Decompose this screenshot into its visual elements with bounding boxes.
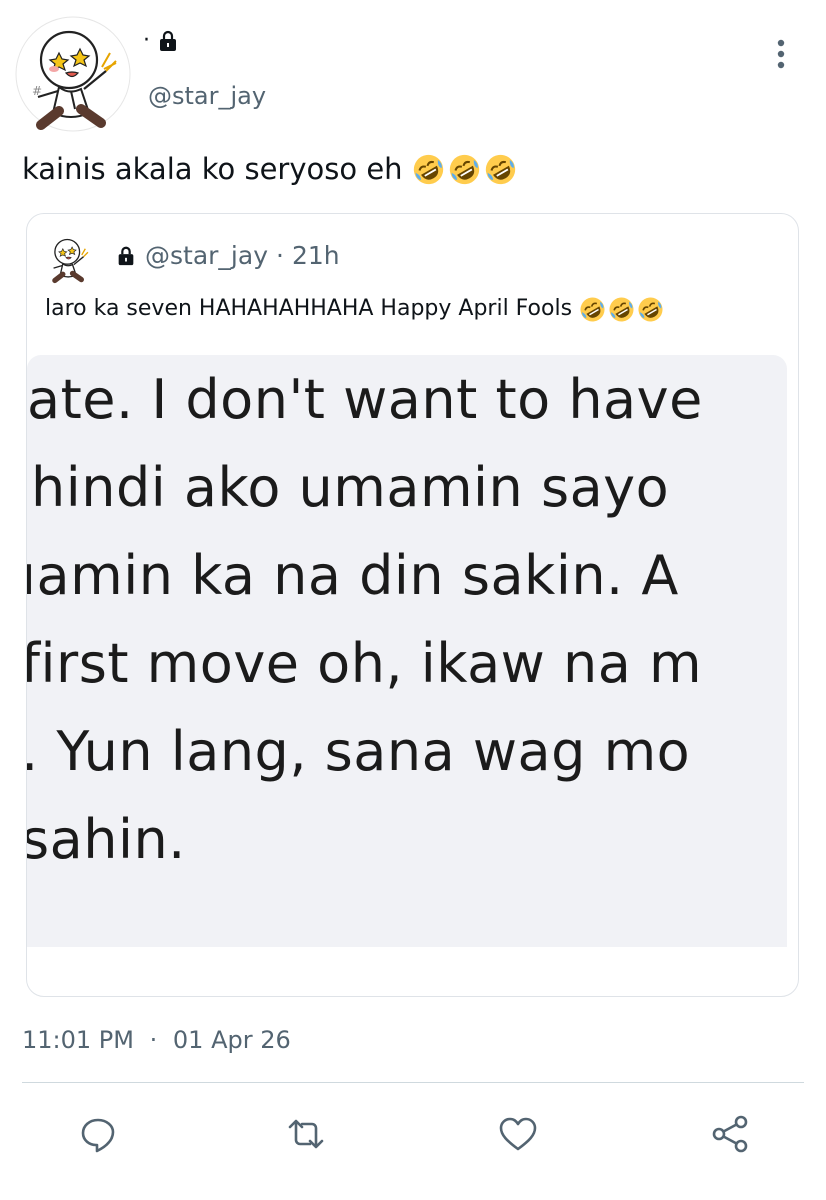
retweet-button[interactable] [284,1112,328,1156]
quoted-header: @star_jay · 21h [115,241,340,270]
rolling-on-floor-laughing-emoji [449,154,479,184]
quoted-tweet-card[interactable]: @star_jay · 21h laro ka seven HAHAHAHHAH… [26,213,799,997]
author-name-row[interactable]: · [143,26,180,56]
more-vertical-icon [777,39,785,69]
share-button[interactable] [708,1112,752,1156]
reply-button[interactable] [76,1112,120,1156]
image-text-line: sahin. [27,808,186,871]
reply-icon [81,1118,115,1153]
retweet-icon [288,1119,324,1149]
like-button[interactable] [496,1112,540,1156]
quoted-body: laro ka seven HAHAHAHHAHA Happy April Fo… [45,296,580,321]
image-text-line: ate. I don't want to have [27,368,703,431]
rolling-on-floor-laughing-emoji [485,154,515,184]
heart-icon [499,1117,537,1151]
timestamp-date: 01 Apr 26 [172,1026,291,1054]
rolling-on-floor-laughing-emoji [580,297,605,321]
author-handle[interactable]: @star_jay [148,84,266,108]
rolling-on-floor-laughing-emoji [609,297,634,321]
quoted-separator: · [276,241,284,270]
author-display-name[interactable]: · [143,30,150,52]
rolling-on-floor-laughing-emoji [413,154,443,184]
timestamp-separator: · [149,1026,158,1054]
timestamp[interactable]: 11:01 PM · 01 Apr 26 [22,1026,291,1054]
svg-text:#: # [32,84,42,98]
image-text-line: . Yun lang, sana wag mo [27,720,691,783]
quoted-time[interactable]: 21h [292,241,340,270]
divider [22,1082,804,1083]
quoted-avatar [43,232,95,284]
tweet-emojis [412,153,517,186]
avatar[interactable]: # [14,15,132,133]
quoted-emojis [579,296,664,323]
tweet-body: kainis akala ko seryoso eh [22,152,412,186]
image-text-line: ıamin ka na din sakin. A [27,544,679,607]
share-icon [712,1115,748,1153]
quoted-image[interactable]: ate. I don't want to have hindi ako umam… [27,355,787,947]
image-text-line: first move oh, ikaw na m [27,632,703,695]
cartoon-avatar-icon: # [15,16,131,132]
lock-icon [115,245,137,267]
more-options-button[interactable] [766,36,796,72]
quoted-text: laro ka seven HAHAHAHHAHA Happy April Fo… [45,294,664,324]
cartoon-avatar-icon [52,238,89,284]
rolling-on-floor-laughing-emoji [638,297,663,321]
tweet-text: kainis akala ko seryoso eh [22,152,517,186]
image-text-line: hindi ako umamin sayo [31,456,670,519]
timestamp-time: 11:01 PM [22,1026,134,1054]
quoted-handle[interactable]: @star_jay [145,241,268,270]
lock-icon [156,29,180,53]
